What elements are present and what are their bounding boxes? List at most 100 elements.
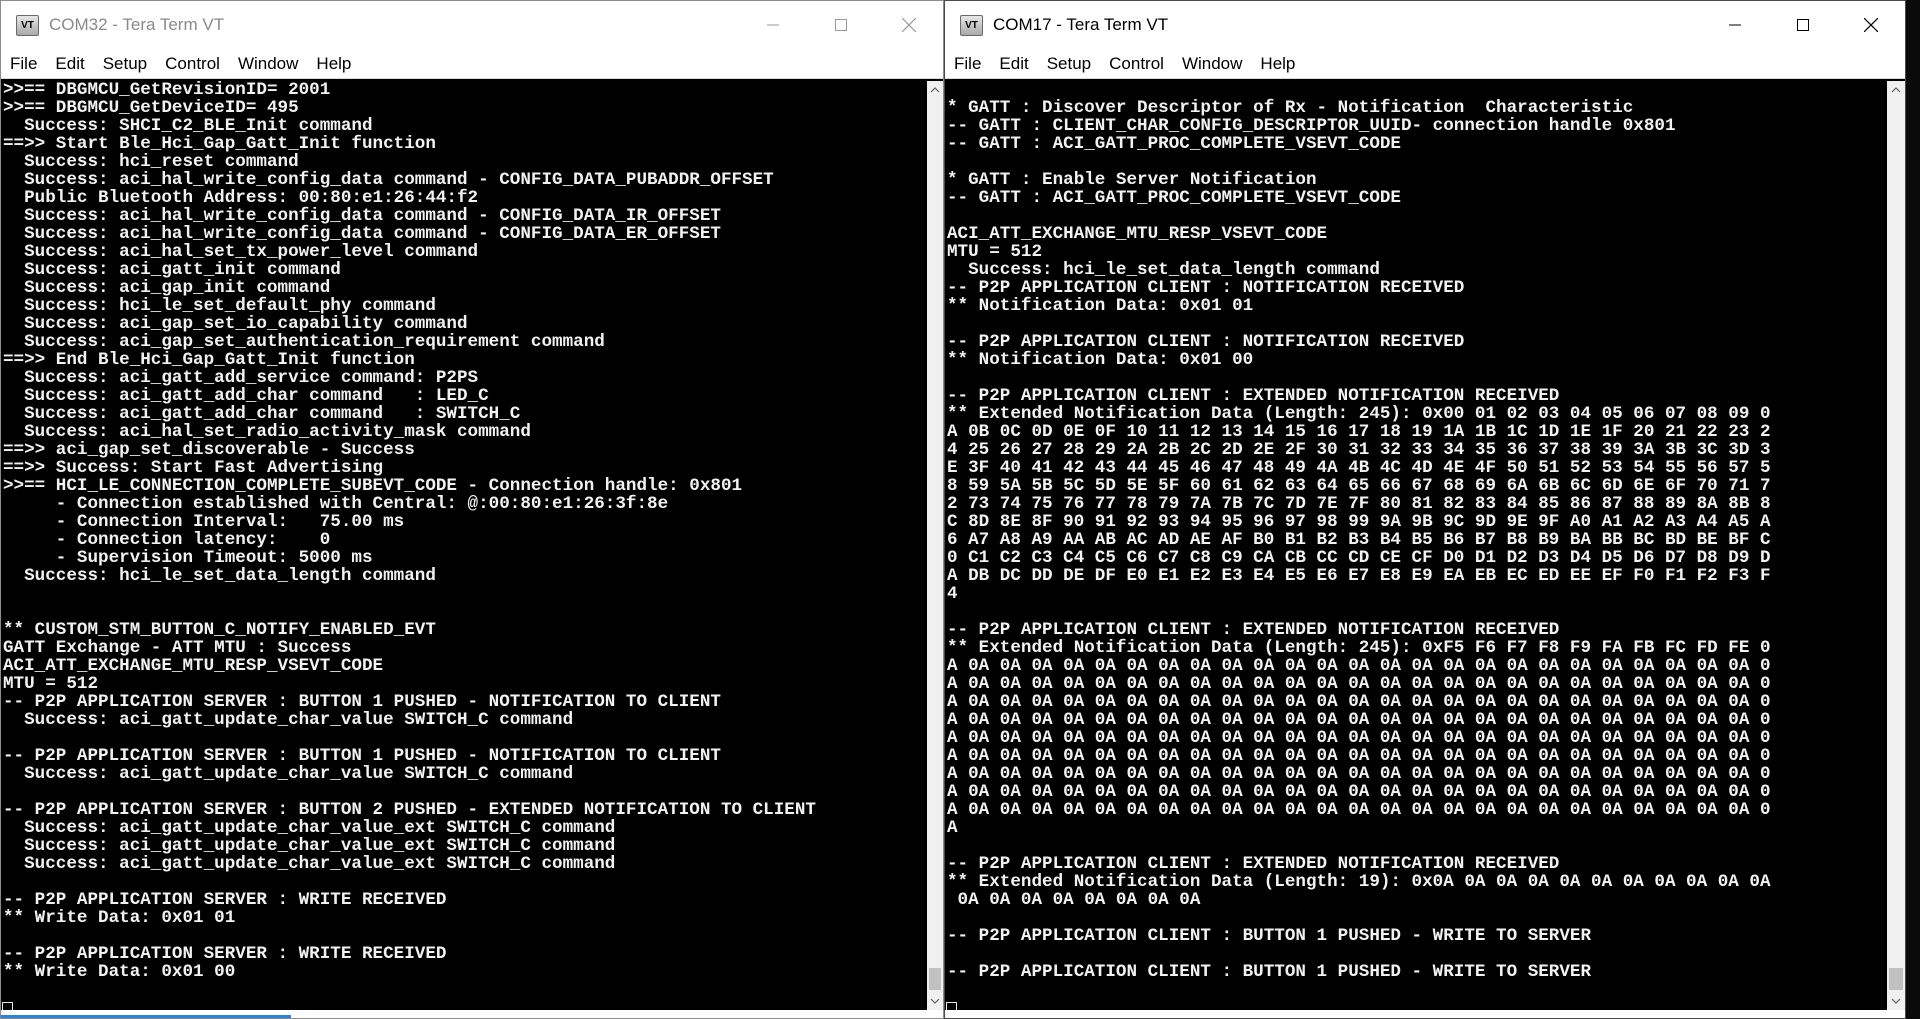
chevron-up-icon [1891, 87, 1901, 93]
close-button[interactable] [875, 1, 943, 49]
terminal-line: A 0B 0C 0D 0E 0F 10 11 12 13 14 15 16 17… [947, 422, 1771, 442]
menu-file[interactable]: File [1, 54, 46, 74]
terminal-line: >>== HCI_LE_CONNECTION_COMPLETE_SUBEVT_C… [3, 476, 743, 496]
scroll-down-button[interactable] [1887, 992, 1905, 1010]
terminal-line: ==>> Start Ble_Hci_Gap_Gatt_Init functio… [3, 134, 436, 154]
menu-window[interactable]: Window [1173, 54, 1251, 74]
menu-edit[interactable]: Edit [990, 54, 1037, 74]
maximize-button[interactable] [1769, 1, 1837, 49]
terminal-line: C 8D 8E 8F 90 91 92 93 94 95 96 97 98 99… [947, 512, 1771, 532]
maximize-icon [835, 19, 847, 31]
terminal-line: GATT Exchange - ATT MTU : Success [3, 638, 352, 658]
terminal-line: Success: aci_gap_init command [3, 278, 331, 298]
terminal-line: MTU = 512 [947, 242, 1043, 262]
terminal-line: ** CUSTOM_STM_BUTTON_C_NOTIFY_ENABLED_EV… [3, 620, 436, 640]
menu-setup[interactable]: Setup [94, 54, 156, 74]
terminal-line: 4 [947, 584, 958, 604]
window-bottom-border [1, 1010, 943, 1018]
terminal-line: Success: hci_le_set_default_phy command [3, 296, 436, 316]
menu-window[interactable]: Window [229, 54, 307, 74]
terminal-line: - Connection established with Central: @… [3, 494, 669, 514]
terminal-line: -- GATT : CLIENT_CHAR_CONFIG_DESCRIPTOR_… [947, 116, 1676, 136]
terminal-area[interactable]: >>== DBGMCU_GetRevisionID= 2001 >>== DBGM… [1, 81, 927, 1010]
terminal-line: -- P2P APPLICATION SERVER : WRITE RECEIV… [3, 890, 447, 910]
terminal-line: Success: aci_gatt_add_char command : SWI… [3, 404, 521, 424]
terminal-line: Success: aci_gatt_update_char_value_ext … [3, 836, 616, 856]
terminal-line: Success: aci_hal_write_config_data comma… [3, 170, 774, 190]
title-bar[interactable]: VT COM17 - Tera Term VT [945, 1, 1905, 49]
terminal-line: ** Notification Data: 0x01 00 [947, 350, 1254, 370]
scroll-up-button[interactable] [1887, 81, 1905, 99]
terminal-line: Success: aci_gap_set_authentication_requ… [3, 332, 605, 352]
menu-bar: File Edit Setup Control Window Help [1, 49, 943, 79]
terminal-line: -- P2P APPLICATION CLIENT : BUTTON 1 PUS… [947, 962, 1592, 982]
menu-edit[interactable]: Edit [46, 54, 93, 74]
menu-help[interactable]: Help [1251, 54, 1304, 74]
vertical-scrollbar[interactable] [927, 81, 943, 1010]
terminal-line: Success: hci_le_set_data_length command [947, 260, 1380, 280]
menu-control[interactable]: Control [1100, 54, 1173, 74]
scroll-thumb[interactable] [1889, 968, 1903, 990]
terminal-line: Success: aci_hal_write_config_data comma… [3, 224, 721, 244]
terminal-line: * GATT : Enable Server Notification [947, 170, 1317, 190]
terminal-line: A 0A 0A 0A 0A 0A 0A 0A 0A 0A 0A 0A 0A 0A… [947, 674, 1771, 694]
scroll-down-button[interactable] [927, 992, 943, 1010]
terminal-line: Success: aci_gatt_init command [3, 260, 341, 280]
tera-term-window-com17[interactable]: VT COM17 - Tera Term VT File Edit Setup … [944, 0, 1906, 1019]
terminal-line: Success: aci_hal_set_tx_power_level comm… [3, 242, 479, 262]
maximize-button[interactable] [807, 1, 875, 49]
scroll-thumb[interactable] [929, 968, 941, 990]
terminal-line: -- P2P APPLICATION CLIENT : EXTENDED NOT… [947, 854, 1560, 874]
terminal-line: Success: aci_gatt_update_char_value_ext … [3, 854, 616, 874]
tera-term-app-icon[interactable]: VT [960, 14, 983, 36]
terminal-line: >>== DBGMCU_GetDeviceID= 495 [3, 98, 299, 118]
menu-bar: File Edit Setup Control Window Help [945, 49, 1905, 79]
terminal-line: -- GATT : ACI_GATT_PROC_COMPLETE_VSEVT_C… [947, 134, 1401, 154]
scroll-up-button[interactable] [927, 81, 943, 99]
chevron-down-icon [930, 998, 940, 1004]
terminal-line: A DB DC DD DE DF E0 E1 E2 E3 E4 E5 E6 E7… [947, 566, 1771, 586]
terminal-line: - Connection latency: 0 [3, 530, 331, 550]
tera-term-app-icon[interactable]: VT [16, 14, 39, 36]
terminal-line: A 0A 0A 0A 0A 0A 0A 0A 0A 0A 0A 0A 0A 0A… [947, 692, 1771, 712]
terminal-line: MTU = 512 [3, 674, 99, 694]
terminal-line: ** Write Data: 0x01 00 [3, 962, 236, 982]
close-button[interactable] [1837, 1, 1905, 49]
terminal-line: ** Notification Data: 0x01 01 [947, 296, 1254, 316]
title-bar[interactable]: VT COM32 - Tera Term VT [1, 1, 943, 49]
minimize-icon [767, 24, 779, 26]
terminal-line: - Supervision Timeout: 5000 ms [3, 548, 373, 568]
terminal-line: Success: aci_hal_write_config_data comma… [3, 206, 721, 226]
menu-control[interactable]: Control [156, 54, 229, 74]
terminal-line: A 0A 0A 0A 0A 0A 0A 0A 0A 0A 0A 0A 0A 0A… [947, 800, 1771, 820]
terminal-line: Success: aci_hal_set_radio_activity_mask… [3, 422, 531, 442]
minimize-button[interactable] [1701, 1, 1769, 49]
terminal-line: -- P2P APPLICATION CLIENT : NOTIFICATION… [947, 278, 1465, 298]
menu-help[interactable]: Help [307, 54, 360, 74]
terminal-line: 8 59 5A 5B 5C 5D 5E 5F 60 61 62 63 64 65… [947, 476, 1771, 496]
terminal-line: A 0A 0A 0A 0A 0A 0A 0A 0A 0A 0A 0A 0A 0A… [947, 656, 1771, 676]
menu-file[interactable]: File [945, 54, 990, 74]
terminal-line: -- P2P APPLICATION CLIENT : BUTTON 1 PUS… [947, 926, 1592, 946]
vertical-scrollbar[interactable] [1887, 81, 1905, 1010]
terminal-line: ** Extended Notification Data (Length: 2… [947, 404, 1771, 424]
terminal-area[interactable]: * GATT : Discover Descriptor of Rx - Not… [945, 81, 1887, 1010]
terminal-line: ** Extended Notification Data (Length: 1… [947, 872, 1771, 892]
tera-term-window-com32[interactable]: VT COM32 - Tera Term VT File Edit Setup … [0, 0, 944, 1019]
window-bottom-border [945, 1010, 1905, 1018]
minimize-button[interactable] [739, 1, 807, 49]
terminal-line: Success: aci_gatt_update_char_value SWIT… [3, 764, 574, 784]
maximize-icon [1797, 19, 1809, 31]
menu-setup[interactable]: Setup [1038, 54, 1100, 74]
terminal-line: Success: aci_gatt_add_char command : LED… [3, 386, 489, 406]
terminal-line: >>== DBGMCU_GetRevisionID= 2001 [3, 81, 331, 100]
terminal-line: ** Write Data: 0x01 01 [3, 908, 236, 928]
